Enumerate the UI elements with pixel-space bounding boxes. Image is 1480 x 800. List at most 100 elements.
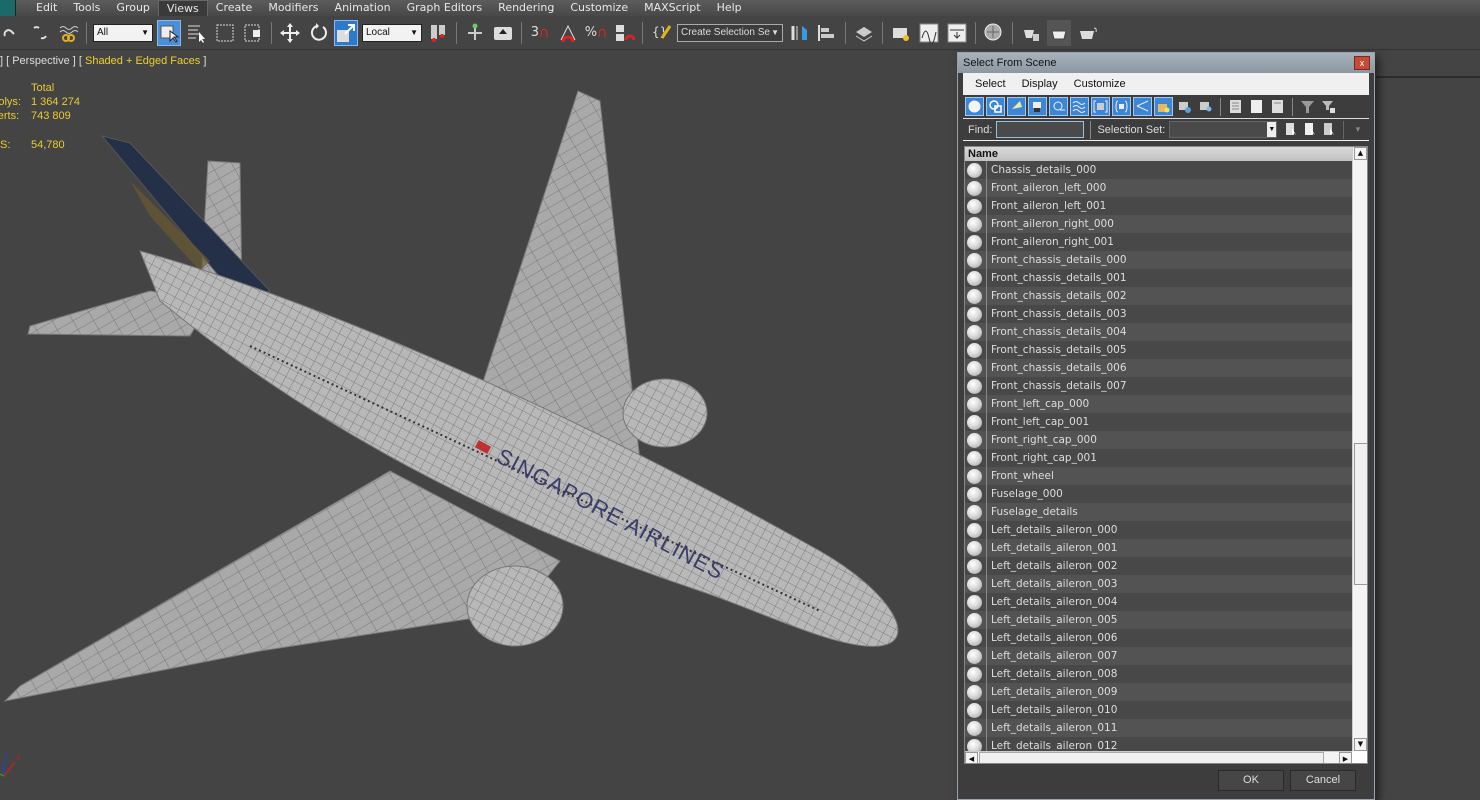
spinner-snap-icon[interactable] <box>612 20 636 46</box>
list-item[interactable]: Left_details_aileron_009 <box>965 683 1352 701</box>
list-item[interactable]: Front_chassis_details_007 <box>965 377 1352 395</box>
vertical-scroll-thumb[interactable] <box>1354 443 1367 585</box>
reference-coordinate-dropdown[interactable]: Local ▼ <box>362 23 422 42</box>
dialog-title-bar[interactable]: Select From Scene x <box>958 53 1374 73</box>
airplane-model[interactable]: SINGAPORE AIRLINES <box>0 51 960 751</box>
selection-filter-dropdown[interactable]: All ▼ <box>93 23 153 42</box>
shading-mode-label[interactable]: Shaded + Edged Faces <box>85 55 200 67</box>
list-item[interactable]: Front_chassis_details_002 <box>965 287 1352 305</box>
display-invert-icon[interactable] <box>1268 97 1287 116</box>
list-item[interactable]: Left_details_aileron_005 <box>965 611 1352 629</box>
menu-customize[interactable]: Customize <box>562 0 636 16</box>
percent-snap-icon[interactable]: % ∩ <box>584 20 608 46</box>
select-all-icon[interactable] <box>1282 120 1301 139</box>
list-item[interactable]: Left_details_aileron_000 <box>965 521 1352 539</box>
keyboard-shortcut-override-icon[interactable] <box>491 20 515 46</box>
scene-explorer-icon[interactable] <box>889 20 913 46</box>
shapes-filter-icon[interactable] <box>986 97 1005 116</box>
angle-snap-icon[interactable] <box>556 20 580 46</box>
schematic-view-icon[interactable] <box>945 20 969 46</box>
list-item[interactable]: Front_left_cap_001 <box>965 413 1352 431</box>
advanced-filter-icon[interactable] <box>1319 97 1338 116</box>
list-item[interactable]: Left_details_aileron_006 <box>965 629 1352 647</box>
list-item[interactable]: Left_details_aileron_011 <box>965 719 1352 737</box>
list-item[interactable]: Front_aileron_right_000 <box>965 215 1352 233</box>
menu-maxscript[interactable]: MAXScript <box>636 0 708 16</box>
manipulate-icon[interactable] <box>463 20 487 46</box>
list-item[interactable]: Front_chassis_details_003 <box>965 305 1352 323</box>
list-item[interactable]: Left_details_aileron_008 <box>965 665 1352 683</box>
window-crossing-icon[interactable] <box>241 20 265 46</box>
list-item[interactable]: Left_details_aileron_007 <box>965 647 1352 665</box>
list-item[interactable]: Front_chassis_details_005 <box>965 341 1352 359</box>
menu-graph-editors[interactable]: Graph Editors <box>399 0 491 16</box>
list-item[interactable]: Front_chassis_details_004 <box>965 323 1352 341</box>
list-item[interactable]: Left_details_aileron_012 <box>965 737 1352 751</box>
pivot-center-icon[interactable] <box>426 20 450 46</box>
scroll-up-button[interactable]: ▲ <box>1354 147 1367 160</box>
geometry-filter-icon[interactable] <box>965 97 984 116</box>
menu-create[interactable]: Create <box>208 0 261 16</box>
scale-icon[interactable] <box>334 19 358 46</box>
find-input[interactable] <box>996 121 1085 138</box>
xrefs-filter-icon[interactable] <box>1112 97 1131 116</box>
render-production-icon[interactable] <box>1075 20 1099 46</box>
select-by-name-icon[interactable] <box>185 20 209 46</box>
curve-editor-icon[interactable] <box>917 20 941 46</box>
list-item[interactable]: Front_aileron_right_001 <box>965 233 1352 251</box>
select-none-icon[interactable] <box>1301 120 1320 139</box>
vertical-scrollbar[interactable]: ▲ ▼ <box>1352 147 1367 751</box>
menu-views[interactable]: Views <box>157 0 208 16</box>
display-all-icon[interactable] <box>1226 97 1245 116</box>
scroll-down-button[interactable]: ▼ <box>1354 738 1367 751</box>
list-item[interactable]: Fuselage_000 <box>965 485 1352 503</box>
hidden-objects-filter-icon[interactable] <box>1196 97 1215 116</box>
bones-filter-icon[interactable] <box>1133 97 1152 116</box>
menu-rendering[interactable]: Rendering <box>490 0 562 16</box>
options-dropdown-icon[interactable]: ▾ <box>1348 120 1367 139</box>
list-item[interactable]: Left_details_aileron_003 <box>965 575 1352 593</box>
lights-filter-icon[interactable] <box>1007 97 1026 116</box>
list-item[interactable]: Front_wheel <box>965 467 1352 485</box>
bind-to-space-warp-icon[interactable] <box>56 20 80 46</box>
align-icon[interactable] <box>815 20 839 46</box>
menu-help[interactable]: Help <box>709 0 750 16</box>
dialog-menu-select[interactable]: Select <box>975 78 1006 90</box>
containers-filter-icon[interactable] <box>1154 97 1173 116</box>
cameras-filter-icon[interactable] <box>1028 97 1047 116</box>
menu-group[interactable]: Group <box>108 0 158 16</box>
list-item[interactable]: Front_chassis_details_000 <box>965 251 1352 269</box>
close-button[interactable]: x <box>1354 56 1370 70</box>
column-header-name[interactable]: Name <box>965 147 1352 161</box>
rectangular-selection-icon[interactable] <box>213 20 237 46</box>
list-item[interactable]: Front_right_cap_001 <box>965 449 1352 467</box>
snaps-toggle-icon[interactable]: 3 ∩ <box>528 20 552 46</box>
list-item[interactable]: Front_aileron_left_001 <box>965 197 1352 215</box>
cancel-button[interactable]: Cancel <box>1290 770 1356 791</box>
material-editor-icon[interactable] <box>982 20 1006 46</box>
ok-button[interactable]: OK <box>1218 770 1284 791</box>
move-icon[interactable] <box>278 20 302 46</box>
display-none-icon[interactable] <box>1247 97 1266 116</box>
filter-icon[interactable] <box>1298 97 1317 116</box>
edit-named-selection-icon[interactable]: {} <box>649 20 673 46</box>
horizontal-scrollbar[interactable]: ◀ ▶ <box>965 751 1352 763</box>
rendered-frame-window-icon[interactable] <box>1047 19 1071 46</box>
frozen-objects-filter-icon[interactable] <box>1175 97 1194 116</box>
list-item[interactable]: Front_chassis_details_006 <box>965 359 1352 377</box>
list-item[interactable]: Left_details_aileron_004 <box>965 593 1352 611</box>
list-item[interactable]: Chassis_details_000 <box>965 161 1352 179</box>
horizontal-scroll-thumb[interactable] <box>979 752 1324 763</box>
list-item[interactable]: Fuselage_details <box>965 503 1352 521</box>
rotate-icon[interactable] <box>306 20 330 46</box>
helpers-filter-icon[interactable] <box>1049 97 1068 116</box>
groups-filter-icon[interactable] <box>1091 97 1110 116</box>
select-and-link-icon[interactable] <box>0 20 24 46</box>
menu-edit[interactable]: Edit <box>28 0 65 16</box>
app-logo-icon[interactable] <box>0 0 16 16</box>
menu-modifiers[interactable]: Modifiers <box>260 0 326 16</box>
list-item[interactable]: Front_left_cap_000 <box>965 395 1352 413</box>
viewport-label[interactable]: ] [ Perspective ] [ Shaded + Edged Faces… <box>0 55 206 67</box>
select-invert-icon[interactable] <box>1320 120 1339 139</box>
named-selection-dropdown[interactable]: Create Selection Se ▼ <box>677 23 783 42</box>
